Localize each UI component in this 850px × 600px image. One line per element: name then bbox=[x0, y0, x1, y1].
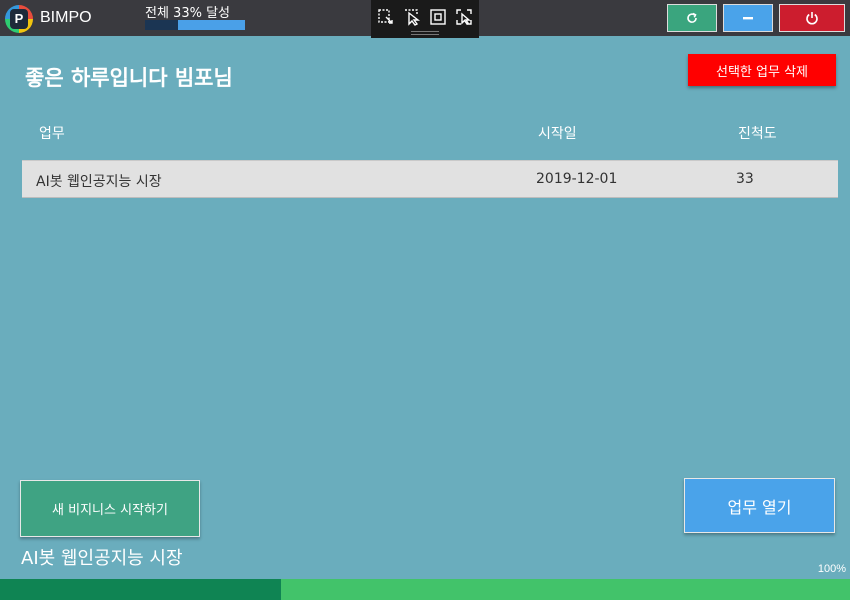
title-bar: BIMPO 전체 33% 달성 bbox=[0, 0, 850, 38]
overall-progress-fill bbox=[145, 20, 178, 30]
start-new-business-button[interactable]: 새 비지니스 시작하기 bbox=[20, 480, 200, 537]
cell-task: AI봇 웹인공지능 시장 bbox=[36, 174, 162, 190]
open-task-button[interactable]: 업무 열기 bbox=[684, 478, 835, 533]
column-header-task[interactable]: 업무 bbox=[39, 123, 65, 143]
task-progress-fill bbox=[0, 579, 281, 600]
task-progress-bar bbox=[0, 579, 850, 600]
power-button[interactable] bbox=[779, 4, 845, 32]
minimize-button[interactable] bbox=[723, 4, 773, 32]
capture-icon[interactable] bbox=[455, 8, 473, 26]
task-table-header: 업무 시작일 진척도 bbox=[22, 112, 838, 152]
table-row[interactable]: AI봇 웹인공지능 시장 2019-12-01 33 bbox=[22, 160, 838, 198]
overall-progress-bar bbox=[145, 20, 245, 30]
toolbox-drag-handle[interactable] bbox=[411, 31, 439, 35]
select-area-icon[interactable] bbox=[377, 8, 395, 26]
capture-toolbox bbox=[371, 0, 479, 38]
overall-progress-label: 전체 33% 달성 bbox=[145, 6, 230, 21]
zoom-level: 100% bbox=[817, 563, 846, 575]
column-header-start-date[interactable]: 시작일 bbox=[538, 123, 577, 143]
app-name: BIMPO bbox=[40, 9, 92, 26]
cell-start-date: 2019-12-01 bbox=[536, 171, 618, 187]
bimpo-logo-icon bbox=[5, 5, 33, 33]
refresh-button[interactable] bbox=[667, 4, 717, 32]
minimize-icon bbox=[742, 12, 754, 24]
frame-icon[interactable] bbox=[429, 8, 447, 26]
pointer-select-icon[interactable] bbox=[403, 8, 421, 26]
column-header-progress[interactable]: 진척도 bbox=[738, 123, 777, 143]
cell-progress: 33 bbox=[736, 171, 754, 187]
delete-selected-task-button[interactable]: 선택한 업무 삭제 bbox=[688, 54, 836, 86]
power-icon bbox=[805, 11, 819, 25]
current-task-label: AI봇 웹인공지능 시장 bbox=[21, 548, 183, 569]
greeting-title: 좋은 하루입니다 빔포님 bbox=[25, 66, 233, 90]
refresh-icon bbox=[686, 12, 698, 24]
